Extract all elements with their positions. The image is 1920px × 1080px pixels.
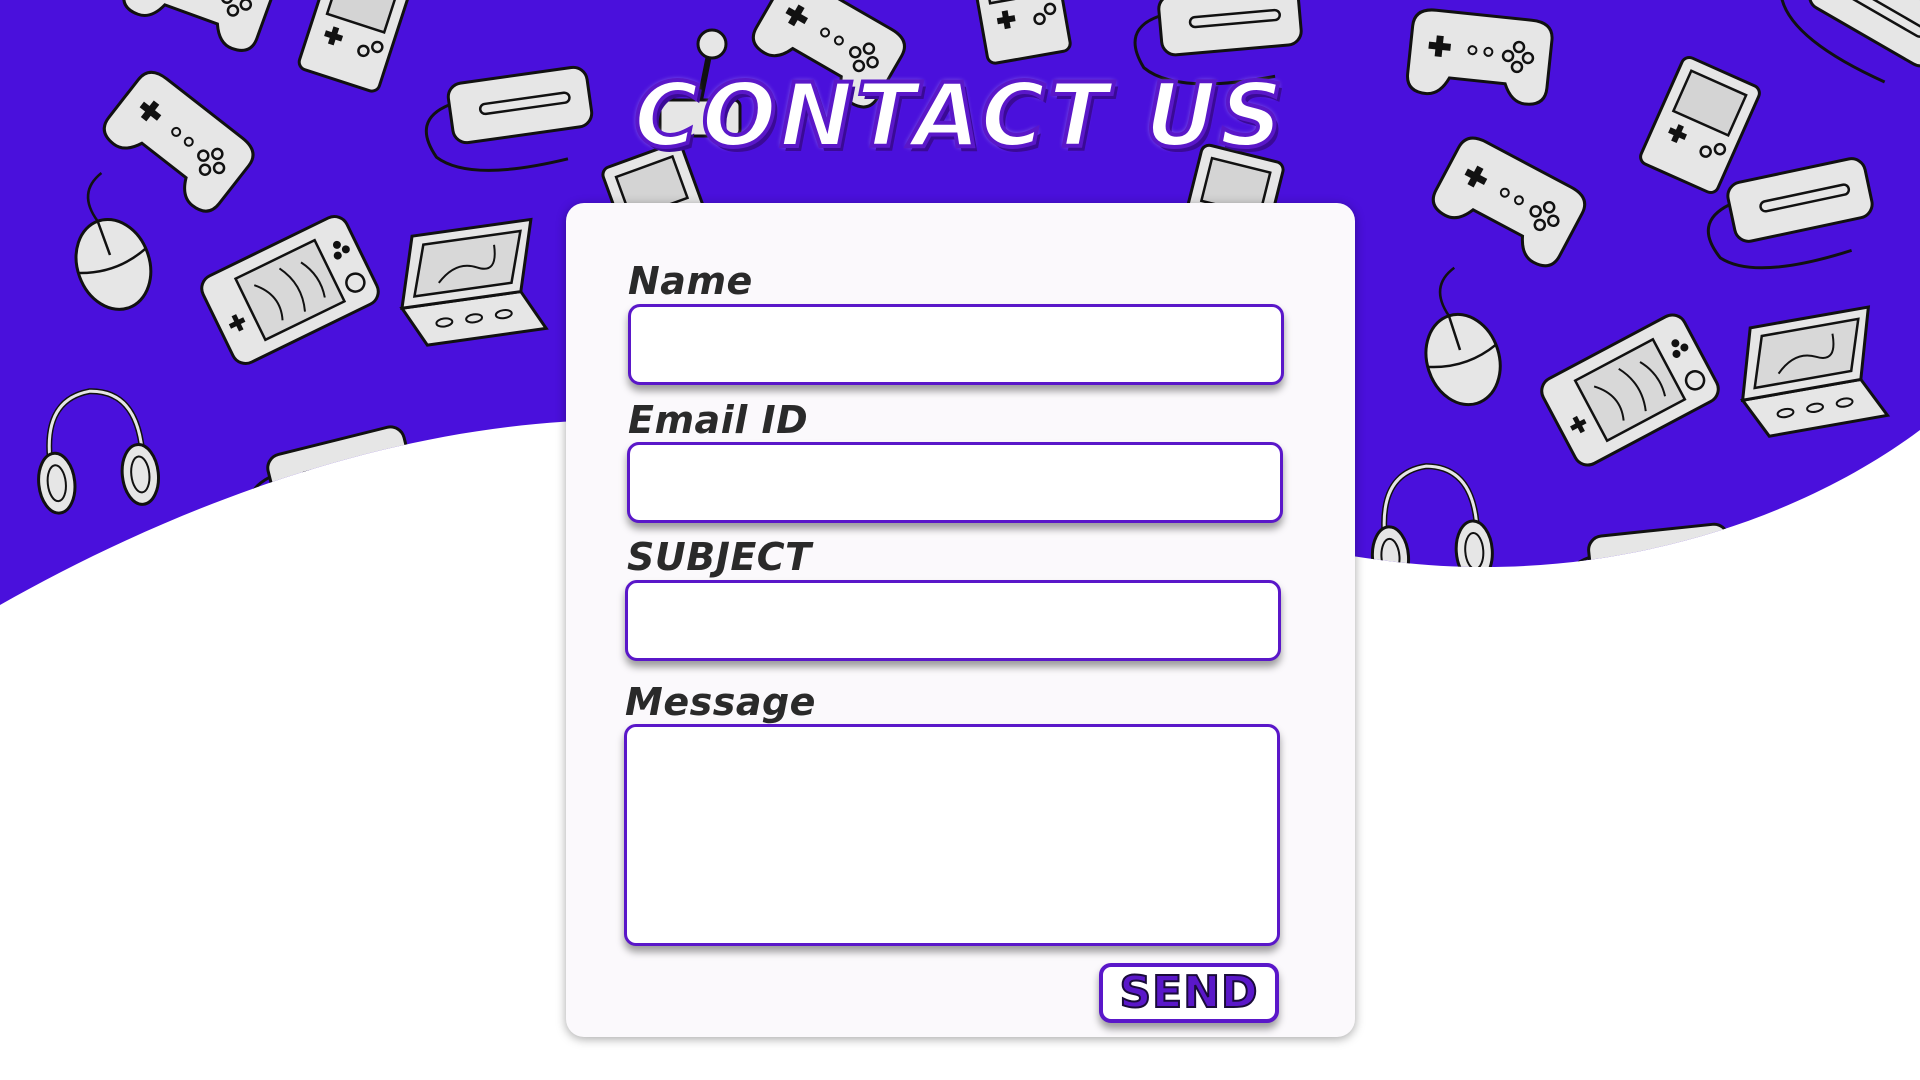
subject-label: SUBJECT — [627, 535, 812, 579]
send-button[interactable]: SEND — [1099, 963, 1279, 1023]
contact-page: CONTACT US Name Email ID SUBJECT Message… — [0, 0, 1920, 1080]
email-label: Email ID — [628, 398, 809, 442]
message-label: Message — [625, 680, 816, 724]
message-textarea[interactable] — [624, 724, 1280, 946]
email-input[interactable] — [627, 442, 1283, 523]
contact-form: Name Email ID SUBJECT Message SEND — [566, 203, 1355, 1037]
subject-input[interactable] — [625, 580, 1281, 661]
page-title: CONTACT US — [632, 64, 1286, 167]
name-input[interactable] — [628, 304, 1284, 385]
name-label: Name — [628, 259, 753, 303]
